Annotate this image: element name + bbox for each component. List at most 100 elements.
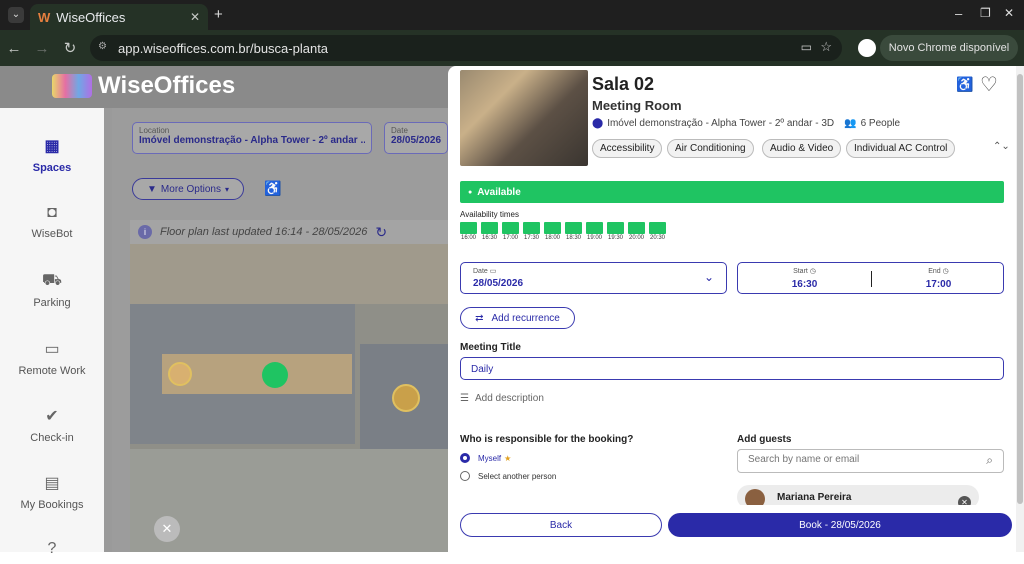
new-tab-icon[interactable]: +: [214, 6, 223, 23]
available-seat-marker[interactable]: [262, 362, 288, 388]
calendar-icon: ▭: [489, 268, 497, 275]
nav-label: My Bookings: [20, 499, 84, 511]
amenity-chip: Air Conditioning: [667, 139, 754, 158]
meeting-title-input[interactable]: Daily: [460, 357, 1004, 380]
time-slot[interactable]: 16:30: [481, 222, 498, 241]
close-window-icon[interactable]: ✕: [1004, 6, 1014, 20]
room-type: Meeting Room: [592, 98, 682, 113]
building-icon: ▦: [44, 138, 60, 155]
site-settings-icon[interactable]: ⚙: [98, 41, 107, 52]
forward-arrow-icon[interactable]: →: [28, 40, 56, 57]
floor-plan-updated-text: Floor plan last updated 16:14 - 28/05/20…: [160, 226, 368, 238]
user-avatar[interactable]: [392, 384, 420, 412]
close-tab-icon[interactable]: ✕: [190, 10, 200, 24]
nav-spaces[interactable]: ▦ Spaces: [0, 136, 104, 174]
amenity-label: Accessibility: [600, 143, 655, 154]
refresh-icon[interactable]: ↻: [375, 224, 387, 241]
room-capacity: 6 People: [860, 118, 901, 129]
browser-tab-strip: ⌄ W WiseOffices ✕ + – ❐ ✕: [0, 0, 1024, 30]
end-time-value[interactable]: 17:00: [872, 279, 1005, 290]
scrollbar-thumb[interactable]: [1017, 74, 1023, 504]
more-options-button[interactable]: ▼ More Options ▾: [132, 178, 244, 200]
nav-remote-work[interactable]: ▭ Remote Work: [0, 339, 104, 377]
tab-search-icon[interactable]: ⌄: [8, 7, 24, 23]
car-icon: ⛟: [41, 272, 63, 289]
nav-my-bookings[interactable]: ▤ My Bookings: [0, 473, 104, 511]
calendar-check-icon: ▤: [44, 475, 60, 492]
back-label: Back: [549, 519, 573, 531]
date-filter-label: Date: [391, 126, 408, 135]
clock-icon: ◷: [942, 268, 949, 275]
start-time-value[interactable]: 16:30: [738, 279, 871, 290]
option-myself-label: Myself: [478, 453, 502, 463]
back-button[interactable]: Back: [460, 513, 662, 537]
time-slot[interactable]: 20:30: [649, 222, 666, 241]
floor-plan[interactable]: ✕: [130, 244, 448, 552]
room-photo: [460, 70, 588, 166]
guest-search-text[interactable]: [748, 454, 968, 465]
time-slot[interactable]: 17:30: [523, 222, 540, 241]
chrome-update-button[interactable]: Novo Chrome disponível: [880, 35, 1018, 61]
time-slot-label: 19:00: [586, 235, 602, 241]
back-arrow-icon[interactable]: ←: [0, 40, 28, 57]
time-slot[interactable]: 18:30: [565, 222, 582, 241]
add-guests-label: Add guests: [737, 434, 792, 445]
nav-parking[interactable]: ⛟ Parking: [0, 271, 104, 309]
time-slot[interactable]: 20:00: [628, 222, 645, 241]
add-description-button[interactable]: ☰ Add description: [460, 393, 544, 404]
time-slot[interactable]: 16:00: [460, 222, 477, 241]
add-recurrence-button[interactable]: ⇄ Add recurrence: [460, 307, 575, 329]
time-slot[interactable]: 18:00: [544, 222, 561, 241]
address-bar[interactable]: ⚙ app.wiseoffices.com.br/busca-planta ▭ …: [90, 35, 842, 61]
expand-chevron-icon[interactable]: ⌃⌄: [993, 141, 1010, 152]
favorite-heart-icon[interactable]: ♡: [980, 72, 998, 97]
amenity-label: Air Conditioning: [675, 143, 746, 154]
book-button[interactable]: Book - 28/05/2026: [668, 513, 1012, 537]
amenity-label: Individual AC Control: [854, 143, 948, 154]
add-recurrence-label: Add recurrence: [491, 312, 560, 324]
location-field[interactable]: Location Imóvel demonstração - Alpha Tow…: [132, 122, 372, 154]
time-slot[interactable]: 19:30: [607, 222, 624, 241]
panel-scrollbar[interactable]: [1016, 66, 1024, 552]
time-slot[interactable]: 17:00: [502, 222, 519, 241]
responsible-other-option[interactable]: Select another person: [460, 471, 556, 481]
guest-search-input[interactable]: ⌕: [737, 449, 1004, 473]
nav-wisebot[interactable]: ◘ WiseBot: [0, 204, 104, 240]
nav-label: Spaces: [32, 162, 72, 174]
time-slot-label: 20:00: [628, 235, 644, 241]
responsible-myself-option[interactable]: Myself ★: [460, 453, 511, 463]
time-slot-label: 17:00: [502, 235, 518, 241]
search-icon[interactable]: ⌕: [986, 453, 993, 468]
check-circle-icon: ✔: [45, 408, 59, 425]
minimize-icon[interactable]: –: [955, 6, 962, 21]
cast-icon[interactable]: ▭: [801, 40, 812, 54]
close-icon[interactable]: ✕: [154, 516, 180, 542]
meeting-title-value: Daily: [471, 364, 494, 375]
nav-help[interactable]: ?: [0, 540, 104, 564]
profile-avatar[interactable]: [858, 39, 876, 57]
date-filter-value: 28/05/2026: [391, 135, 442, 146]
radio-selected-icon: [460, 453, 470, 463]
repeat-icon: ⇄: [475, 312, 484, 324]
wiseoffices-favicon-icon: W: [38, 9, 51, 25]
star-icon: ★: [504, 453, 512, 463]
booking-date-field[interactable]: Date ▭ 28/05/2026 ⌄: [460, 262, 727, 294]
time-range-field[interactable]: Start ◷ 16:30 End ◷ 17:00: [737, 262, 1004, 294]
time-slot-label: 18:00: [544, 235, 560, 241]
booking-date-label: Date: [473, 268, 488, 275]
meeting-title-label: Meeting Title: [460, 342, 521, 353]
location-value: Imóvel demonstração - Alpha Tower - 2º a…: [139, 135, 365, 146]
user-avatar[interactable]: [168, 362, 192, 386]
location-label: Location: [139, 126, 170, 135]
browser-tab[interactable]: W WiseOffices ✕: [30, 4, 208, 30]
date-filter-field[interactable]: Date 28/05/2026: [384, 122, 448, 154]
nav-check-in[interactable]: ✔ Check-in: [0, 406, 104, 444]
restore-icon[interactable]: ❐: [980, 6, 991, 20]
reload-icon[interactable]: ↻: [56, 39, 84, 57]
tab-title: WiseOffices: [56, 9, 126, 25]
time-slot[interactable]: 19:00: [586, 222, 603, 241]
brand-logo: WiseOffices: [52, 72, 235, 100]
bookmark-star-icon[interactable]: ☆: [820, 39, 832, 55]
accessibility-filter-icon[interactable]: ♿: [264, 180, 281, 197]
amenity-chip: Individual AC Control: [846, 139, 956, 158]
